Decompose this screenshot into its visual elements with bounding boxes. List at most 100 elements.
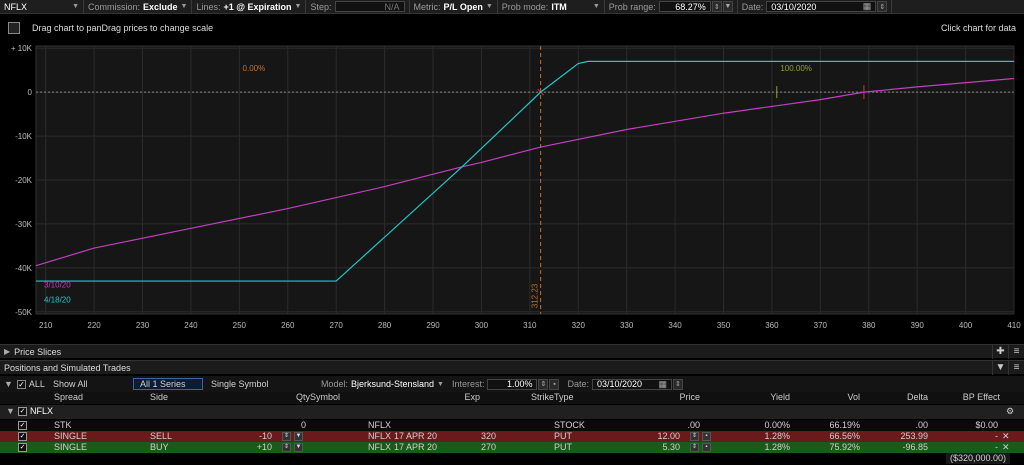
lock-icon[interactable]: ▪ — [549, 378, 560, 390]
table-row[interactable]: ✓ SINGLE SELL -10 ⇕ ▼ NFLX 17 APR 20 320… — [0, 431, 1024, 442]
stepper-icon[interactable]: ⇕ — [538, 378, 549, 390]
model-control[interactable]: Model: Bjerksund-Stensland ▼ — [317, 376, 448, 392]
lock-icon[interactable]: ▪ — [702, 443, 711, 452]
price-slices-title: Price Slices — [14, 346, 62, 357]
x-tick-label: 210 — [39, 321, 53, 330]
expand-arrow-icon[interactable]: ▶ — [4, 347, 10, 356]
chevron-down-icon: ▼ — [180, 3, 188, 10]
yield-cell: 1.28% — [764, 431, 790, 441]
lines-control[interactable]: Lines: +1 @ Expiration ▼ — [192, 0, 307, 14]
qty-cell[interactable]: 0 — [270, 420, 306, 431]
price-cell[interactable]: 12.00 — [618, 431, 680, 442]
all-checkbox[interactable]: ✓ — [16, 379, 26, 389]
price-cell[interactable]: 5.30 — [618, 442, 680, 453]
strike-cell[interactable]: 270 — [460, 442, 496, 453]
commission-label: Commission: — [88, 1, 141, 12]
col-symbol[interactable]: Symbol — [310, 392, 340, 403]
stepper-icon[interactable]: ⇕ — [877, 1, 888, 12]
symbol-cell: NFLX — [368, 442, 392, 452]
qty-stepper-icon[interactable]: ⇕ — [282, 432, 291, 441]
price-stepper-icon[interactable]: ⇕ — [690, 443, 699, 452]
metric-control[interactable]: Metric: P/L Open ▼ — [410, 0, 498, 14]
group-row[interactable]: ▼ ✓ NFLX ⚙ — [0, 405, 1024, 419]
collapse-arrow-icon[interactable]: ▼ — [6, 406, 15, 417]
chevron-down-icon[interactable]: ▼ — [294, 443, 303, 452]
chevron-down-icon[interactable]: ▼ — [294, 432, 303, 441]
remove-icon[interactable]: ✕ — [1002, 442, 1010, 453]
col-type[interactable]: Type — [554, 392, 574, 403]
commission-control[interactable]: Commission: Exclude ▼ — [84, 0, 193, 14]
positions-actions: ▼ ≡ — [992, 360, 1024, 375]
row-checkbox[interactable]: ✓ — [18, 421, 27, 430]
interest-value: 1.00% — [506, 379, 533, 389]
type-cell[interactable]: PUT — [554, 431, 572, 442]
col-qty[interactable]: Qty — [270, 392, 310, 403]
drag-hint: Drag chart to panDrag prices to change s… — [32, 23, 214, 33]
row-checkbox[interactable]: ✓ — [18, 443, 27, 452]
all-toggle[interactable]: ▼ ✓ ALL — [0, 376, 49, 392]
positions-section[interactable]: Positions and Simulated Trades ▼ ≡ — [0, 360, 1024, 375]
qty-stepper-icon[interactable]: ⇕ — [282, 443, 291, 452]
symbol-selector[interactable]: NFLX ▼ — [0, 0, 84, 14]
exp-cell[interactable]: 17 APR 20 — [394, 442, 437, 453]
chevron-down-icon: ▼ — [72, 3, 79, 10]
step-input[interactable]: N/A — [334, 1, 405, 12]
series-dropdown[interactable]: All 1 Series — [132, 378, 203, 390]
commission-value: Exclude — [143, 1, 178, 12]
col-price[interactable]: Price — [660, 392, 700, 403]
chevron-down-icon[interactable]: ▼ — [722, 1, 733, 12]
single-symbol-dropdown[interactable]: Single Symbol — [207, 376, 317, 392]
date-control: Date: 03/10/2020 ▦ ⇕ — [738, 0, 893, 14]
menu-icon[interactable]: ≡ — [1008, 360, 1024, 375]
remove-icon[interactable]: ✕ — [1002, 431, 1010, 442]
show-all-label: Show All — [52, 379, 88, 389]
exp-cell[interactable]: 17 APR 20 — [394, 431, 437, 442]
price-stepper-icon[interactable]: ⇕ — [690, 432, 699, 441]
lock-icon[interactable]: ▪ — [702, 432, 711, 441]
top-toolbar: NFLX ▼ Commission: Exclude ▼ Lines: +1 @… — [0, 0, 1024, 14]
x-tick-label: 380 — [862, 321, 876, 330]
table-row[interactable]: ✓ SINGLE BUY +10 ⇕ ▼ NFLX 17 APR 20 270 … — [0, 442, 1024, 453]
add-icon[interactable]: ✚ — [992, 344, 1008, 359]
total-bp: ($320,000.00) — [946, 453, 1011, 464]
price-cell[interactable]: .00 — [640, 420, 700, 431]
filter-icon[interactable]: ▼ — [992, 360, 1008, 375]
stepper-icon[interactable]: ⇕ — [672, 378, 683, 390]
pos-date-input[interactable]: 03/10/2020 ▦ — [591, 378, 672, 390]
prob-range-input[interactable]: 68.27% — [658, 1, 711, 12]
side-cell[interactable]: BUY — [150, 442, 169, 453]
menu-icon[interactable]: ≡ — [1008, 344, 1024, 359]
col-spread[interactable]: Spread — [54, 392, 83, 403]
chart-settings-icon[interactable] — [8, 22, 20, 34]
col-vol[interactable]: Vol — [820, 392, 860, 403]
interest-input[interactable]: 1.00% — [487, 378, 538, 390]
row-checkbox[interactable]: ✓ — [18, 432, 27, 441]
gear-icon[interactable]: ⚙ — [1006, 406, 1014, 417]
price-slices-section[interactable]: ▶ Price Slices ✚ ≡ — [0, 344, 1024, 359]
prob-mode-control[interactable]: Prob mode: ITM ▼ — [498, 0, 605, 14]
col-strike[interactable]: Strike — [514, 392, 554, 403]
calendar-icon[interactable]: ▦ — [658, 379, 667, 390]
group-checkbox[interactable]: ✓ — [18, 407, 27, 416]
col-bp[interactable]: BP Effect — [940, 392, 1000, 403]
date-input[interactable]: 03/10/2020 ▦ — [766, 1, 877, 12]
qty-cell[interactable]: -10 — [240, 431, 272, 442]
side-cell[interactable]: SELL — [150, 431, 172, 442]
pl-chart-svg[interactable]: + 10K 0 -10K -20K -30K -40K -50K 210 220 230 240 25… — [0, 42, 1024, 342]
col-yield[interactable]: Yield — [750, 392, 790, 403]
lines-label: Lines: — [196, 1, 221, 12]
strike-cell[interactable]: 320 — [460, 431, 496, 442]
spread-cell: SINGLE — [54, 442, 88, 452]
calendar-icon[interactable]: ▦ — [863, 1, 872, 12]
col-exp[interactable]: Exp — [440, 392, 480, 403]
col-delta[interactable]: Delta — [888, 392, 928, 403]
stepper-icon[interactable]: ⇕ — [711, 1, 722, 12]
series-label: All 1 Series — [139, 379, 186, 389]
type-cell[interactable]: PUT — [554, 442, 572, 453]
collapse-arrow-icon[interactable]: ▼ — [4, 379, 13, 389]
qty-cell[interactable]: +10 — [240, 442, 272, 453]
show-all-dropdown[interactable]: Show All — [49, 376, 129, 392]
table-row[interactable]: ✓ STK 0 NFLX STOCK .00 0.00% 66.19% .00 … — [0, 420, 1024, 431]
pl-chart[interactable]: + 10K 0 -10K -20K -30K -40K -50K 210 220 230 240 25… — [0, 42, 1024, 342]
col-side[interactable]: Side — [150, 392, 168, 403]
